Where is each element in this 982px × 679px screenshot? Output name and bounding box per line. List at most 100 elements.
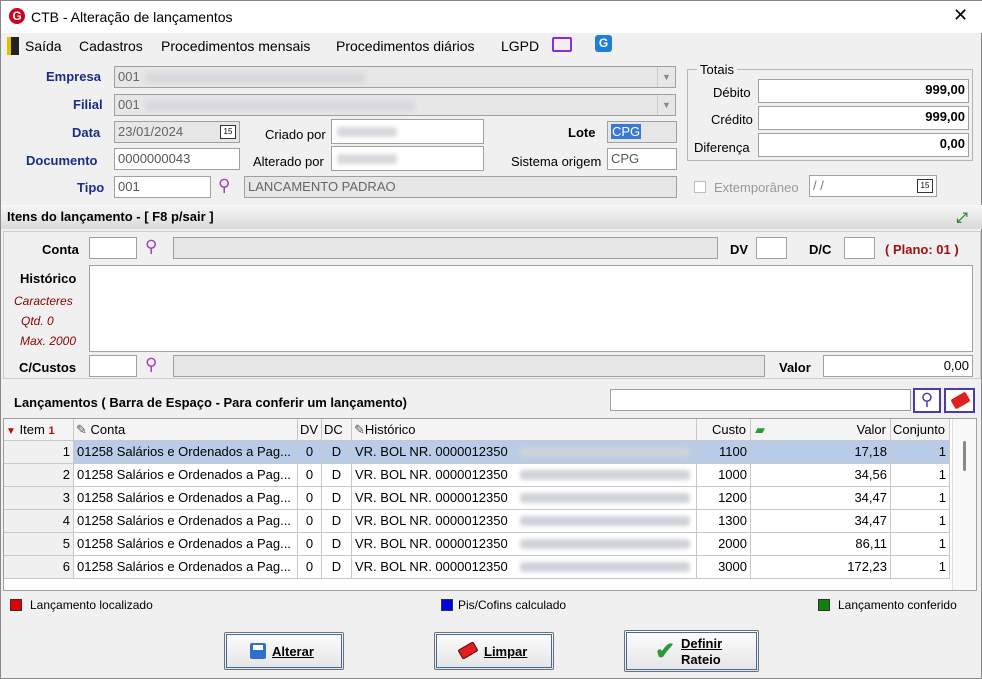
cell-custo: 1000 <box>697 464 751 486</box>
sistema-origem-label: Sistema origem <box>511 154 602 169</box>
data-field[interactable]: 23/01/2024 15 <box>114 121 240 143</box>
cell-dc: D <box>322 441 352 463</box>
criado-por-field <box>331 119 484 144</box>
search-icon[interactable]: ⚲ <box>145 238 157 255</box>
totais-title: Totais <box>697 62 737 77</box>
dc-field[interactable] <box>844 237 875 259</box>
tipo-field[interactable]: 001 <box>114 176 211 198</box>
rateio-label: Rateio <box>681 652 721 667</box>
redacted-text <box>520 562 690 572</box>
cell-custo: 3000 <box>697 556 751 578</box>
header-dc[interactable]: DC <box>322 419 352 441</box>
lancamentos-search-input[interactable] <box>610 389 911 411</box>
cell-valor: 34,47 <box>751 487 891 509</box>
menu-procedimentos-diarios[interactable]: Procedimentos diários <box>336 38 475 54</box>
alterar-button[interactable]: Alterar <box>224 632 344 670</box>
search-icon[interactable]: ⚲ <box>145 356 157 373</box>
close-icon[interactable]: ✕ <box>953 5 968 26</box>
exit-door-icon[interactable] <box>7 37 19 55</box>
cell-valor: 86,11 <box>751 533 891 555</box>
chevron-down-icon[interactable]: ▼ <box>657 67 675 87</box>
sistema-origem-field[interactable]: CPG <box>607 148 677 170</box>
ccustos-field[interactable] <box>89 355 137 377</box>
menu-saida[interactable]: Saída <box>25 38 62 54</box>
table-row[interactable]: 4 01258 Salários e Ordenados a Pag... 0 D VR… <box>4 510 950 533</box>
cell-conta: 01258 Salários e Ordenados a Pag... <box>74 556 298 578</box>
cell-conjunto: 1 <box>891 487 950 509</box>
extemporaneo-date-field[interactable]: / /15 <box>809 175 937 197</box>
cell-custo: 1100 <box>697 441 751 463</box>
diferenca-label: Diferença <box>694 140 750 155</box>
eraser-icon <box>950 391 971 410</box>
valor-field[interactable]: 0,00 <box>823 355 973 377</box>
definir-label: Definir <box>681 636 723 651</box>
header-item[interactable]: ▼ Item 1 <box>4 419 74 441</box>
criado-label: Criado por <box>265 127 326 142</box>
cell-item: 2 <box>4 464 74 486</box>
expand-icon[interactable]: ⤢ <box>953 208 971 226</box>
header-conjunto[interactable]: Conjunto <box>891 419 950 441</box>
limpar-label: Limpar <box>484 644 528 659</box>
menu-cadastros[interactable]: Cadastros <box>79 38 143 54</box>
checkmark-icon: ✔ <box>655 638 676 665</box>
calendar-icon[interactable]: 15 <box>220 125 236 139</box>
grid-header: ▼ Item 1 ✎ Conta DV DC ✎Histórico Custo … <box>4 419 950 441</box>
alterar-label: Alterar <box>272 644 314 659</box>
cell-custo: 1300 <box>697 510 751 532</box>
table-row[interactable]: 3 01258 Salários e Ordenados a Pag... 0 D VR… <box>4 487 950 510</box>
header-historico[interactable]: ✎Histórico <box>352 419 697 441</box>
documento-field[interactable]: 0000000043 <box>114 148 240 170</box>
chevron-down-icon[interactable]: ▼ <box>657 95 675 115</box>
table-row[interactable]: 5 01258 Salários e Ordenados a Pag... 0 D VR… <box>4 533 950 556</box>
lote-field[interactable]: CPG <box>607 121 677 143</box>
cell-custo: 1200 <box>697 487 751 509</box>
limpar-button[interactable]: Limpar <box>434 632 554 670</box>
calendar-icon[interactable]: 15 <box>917 179 933 193</box>
cell-item: 4 <box>4 510 74 532</box>
cell-custo: 2000 <box>697 533 751 555</box>
cell-conta: 01258 Salários e Ordenados a Pag... <box>74 464 298 486</box>
empresa-field[interactable]: 001 ▼ <box>114 66 676 88</box>
conta-label: Conta <box>42 242 79 257</box>
edit-icon: ✎ <box>76 422 87 437</box>
alterado-por-field <box>331 146 484 171</box>
cell-conjunto: 1 <box>891 464 950 486</box>
menu-lgpd[interactable]: LGPD <box>501 38 539 54</box>
header-conta[interactable]: ✎ Conta <box>74 419 298 441</box>
eraser-button[interactable] <box>944 388 975 413</box>
max-label: Max. 2000 <box>20 334 77 348</box>
table-row[interactable]: 2 01258 Salários e Ordenados a Pag... 0 D VR… <box>4 464 950 487</box>
header-custo[interactable]: Custo <box>697 419 751 441</box>
cell-dv: 0 <box>298 487 322 509</box>
search-icon[interactable]: ⚲ <box>218 177 236 196</box>
conta-field[interactable] <box>89 237 137 259</box>
search-button[interactable]: ⚲ <box>913 388 941 413</box>
cell-dc: D <box>322 510 352 532</box>
cell-dv: 0 <box>298 510 322 532</box>
table-row[interactable]: 6 01258 Salários e Ordenados a Pag... 0 D VR… <box>4 556 950 579</box>
dv-field[interactable] <box>756 237 787 259</box>
definir-rateio-button[interactable]: ✔ Definir Rateio <box>624 630 759 672</box>
credito-value: 999,00 <box>758 106 969 130</box>
extemporaneo-checkbox[interactable] <box>694 181 706 193</box>
table-row[interactable]: ▶101258 Salários e Ordenados a Pag...0DV… <box>4 441 950 464</box>
cell-conta: 01258 Salários e Ordenados a Pag... <box>74 510 298 532</box>
historico-textarea[interactable] <box>89 265 973 352</box>
scrollbar-thumb[interactable] <box>963 441 966 471</box>
redacted-text <box>520 470 690 480</box>
menu-procedimentos-mensais[interactable]: Procedimentos mensais <box>161 38 310 54</box>
title-bar: G CTB - Alteração de lançamentos ✕ <box>1 1 982 33</box>
monitor-icon[interactable] <box>552 37 572 52</box>
itens-section-header: Itens do lançamento - [ F8 p/sair ] <box>1 205 982 229</box>
lancamentos-title: Lançamentos ( Barra de Espaço - Para con… <box>14 395 408 410</box>
header-dv[interactable]: DV <box>298 419 322 441</box>
header-valor[interactable]: ▰ Valor <box>751 419 891 441</box>
ccustos-label: C/Custos <box>19 360 77 375</box>
g-app-icon[interactable]: G <box>595 35 612 52</box>
historico-label: Histórico <box>20 271 77 286</box>
legend-blue-square <box>441 599 453 611</box>
filial-field[interactable]: 001 ▼ <box>114 94 676 116</box>
eraser-icon <box>457 641 479 660</box>
tipo-descricao-field: LANCAMENTO PADRAO <box>244 176 677 198</box>
grid-scrollbar[interactable] <box>952 419 976 590</box>
